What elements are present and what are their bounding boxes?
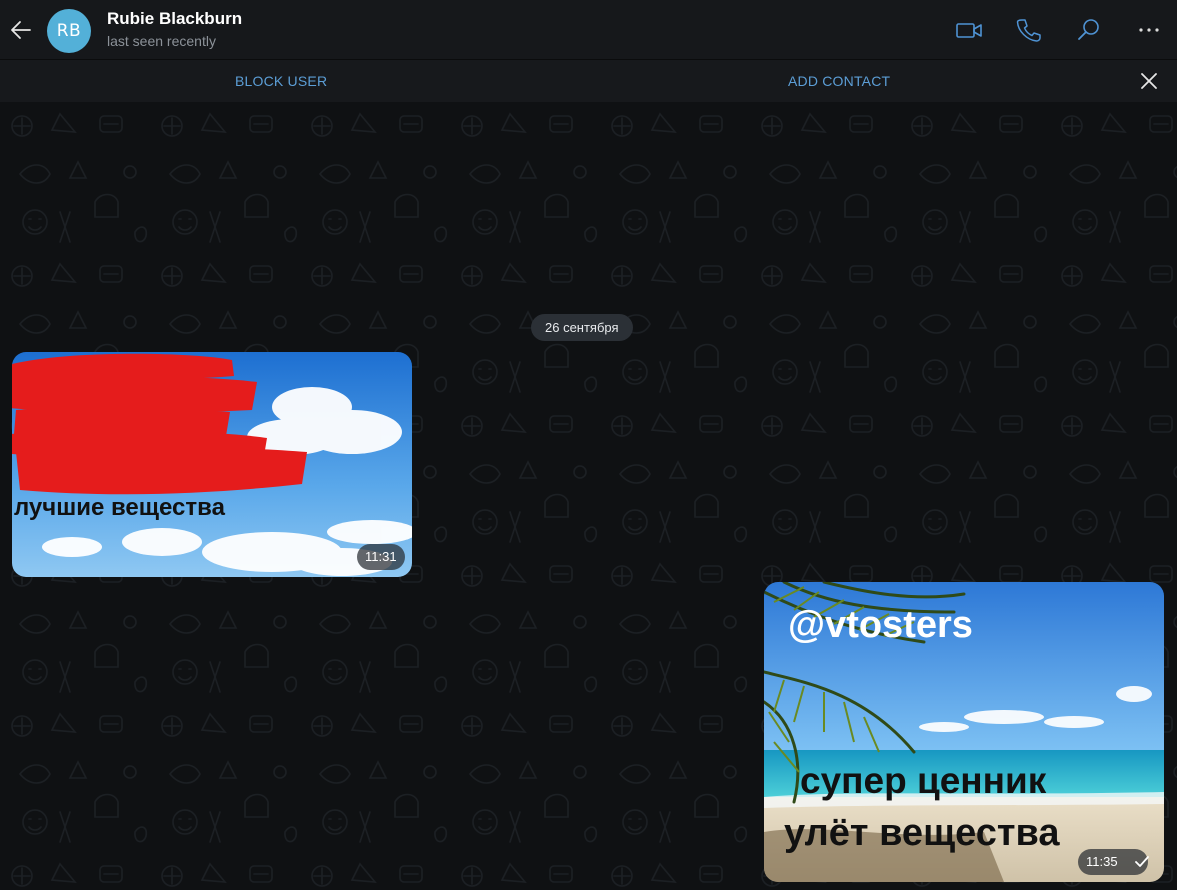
search-icon[interactable] xyxy=(1073,14,1105,46)
avatar[interactable]: RB xyxy=(47,9,91,53)
phone-call-icon[interactable] xyxy=(1012,14,1044,46)
block-user-button[interactable]: BLOCK USER xyxy=(235,73,327,89)
close-icon[interactable] xyxy=(1139,71,1159,91)
chat-header: RB Rubie Blackburn last seen recently xyxy=(0,0,1177,60)
peer-status: last seen recently xyxy=(107,33,216,49)
peer-name[interactable]: Rubie Blackburn xyxy=(107,9,242,29)
contact-action-bar: BLOCK USER ADD CONTACT xyxy=(0,60,1177,102)
back-arrow-icon[interactable] xyxy=(8,16,36,44)
photo-subline-text: улёт вещества xyxy=(784,812,1060,854)
more-options-icon[interactable] xyxy=(1133,14,1165,46)
photo-handle-text: @vtosters xyxy=(788,604,973,646)
message-time: 11:31 xyxy=(357,544,405,570)
check-icon xyxy=(1134,855,1150,869)
photo-caption-text: лучшие вещества xyxy=(14,494,225,521)
message-time-label: 11:35 xyxy=(1086,854,1118,869)
chat-area[interactable]: 26 сентября лучшие вещества 11:31 @vtost… xyxy=(0,102,1177,890)
date-separator: 26 сентября xyxy=(531,314,633,341)
add-contact-button[interactable]: ADD CONTACT xyxy=(788,73,890,89)
outgoing-photo-message[interactable]: @vtosters супер ценник улёт вещества 11:… xyxy=(764,582,1164,882)
photo-headline-text: супер ценник xyxy=(800,760,1047,801)
video-call-icon[interactable] xyxy=(953,14,985,46)
photo-sky-image xyxy=(12,352,412,577)
incoming-photo-message[interactable]: лучшие вещества 11:31 xyxy=(12,352,412,577)
